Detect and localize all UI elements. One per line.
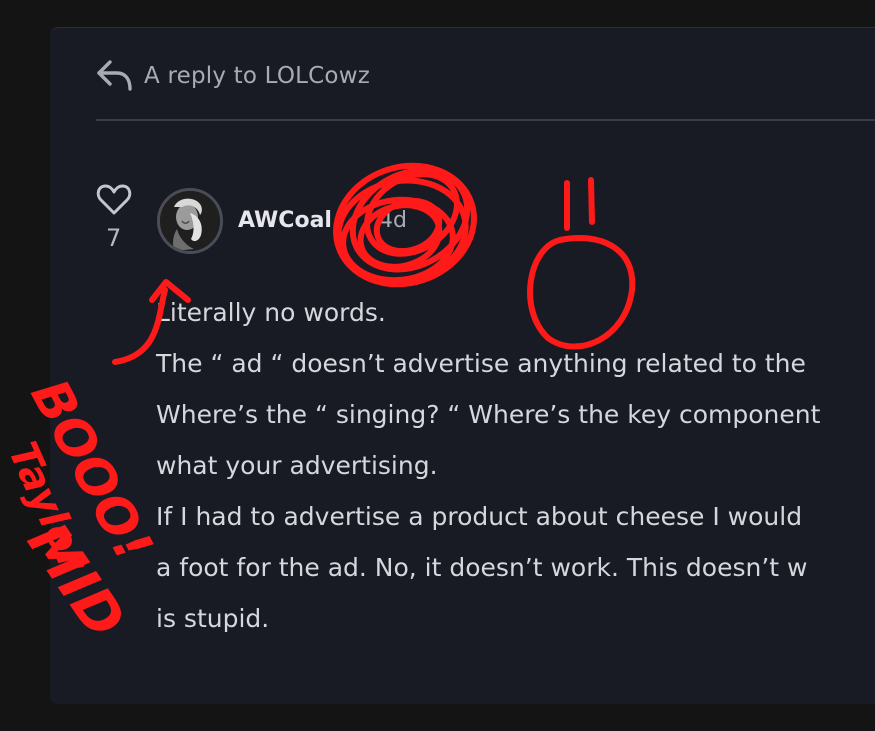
body-line: The “ ad “ doesn’t advertise anything re… [156,349,806,378]
body-line: what your advertising. [156,451,438,480]
avatar-image [160,191,220,251]
post-body: Literally no words. The “ ad “ doesn’t a… [156,287,875,644]
body-line: Where’s the “ singing? “ Where’s the key… [156,400,821,429]
body-line: If I had to advertise a product about ch… [156,502,803,531]
separator-dot: · [353,206,360,231]
heart-icon[interactable] [95,180,133,218]
divider [96,119,875,121]
like-count: 7 [106,224,122,252]
body-line: Literally no words. [156,298,386,327]
reply-card: A reply to LOLCowz 7 AWCoal · 4d Literal… [50,27,875,704]
reply-arrow-icon [97,60,132,91]
reply-header[interactable]: A reply to LOLCowz [95,56,370,96]
body-line: a foot for the ad. No, it doesn’t work. … [156,553,808,582]
author-name[interactable]: AWCoal [238,208,332,233]
avatar[interactable] [157,188,223,254]
reply-to-label[interactable]: A reply to LOLCowz [144,63,370,89]
post-time: 4d [379,208,407,233]
body-line: is stupid. [156,604,270,633]
